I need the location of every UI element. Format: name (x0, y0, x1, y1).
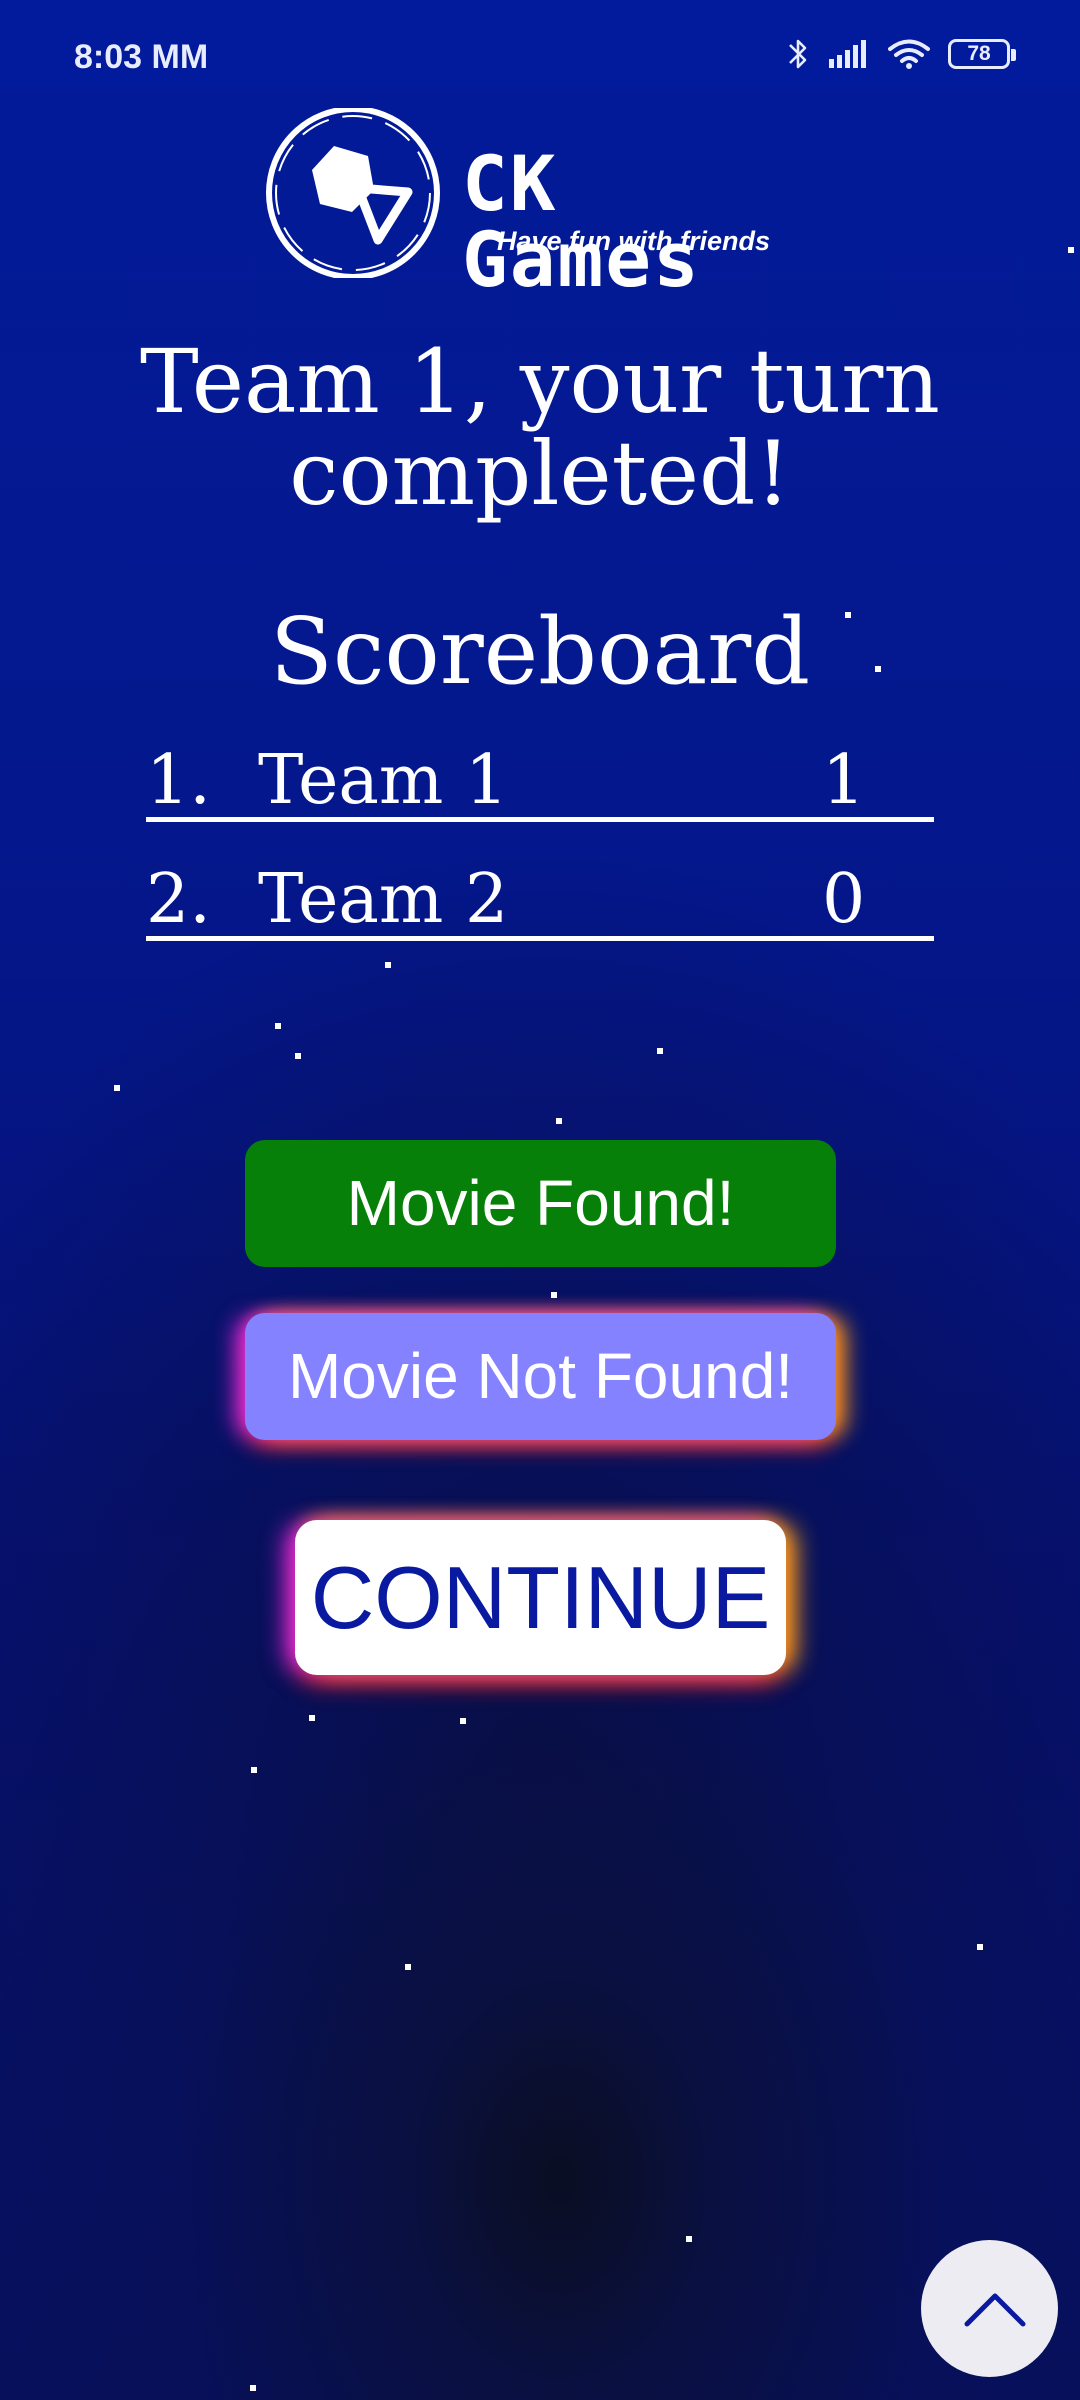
star-decoration (657, 1048, 663, 1054)
scroll-to-top-button[interactable] (921, 2240, 1058, 2377)
star-decoration (251, 1767, 257, 1773)
star-decoration (275, 1023, 281, 1029)
star-decoration (295, 1053, 301, 1059)
row-score: 1 (822, 741, 866, 820)
status-icons: 78 (786, 36, 1016, 72)
row-rank: 2. (146, 860, 211, 939)
movie-not-found-button[interactable]: Movie Not Found! (245, 1313, 836, 1440)
star-decoration (556, 1118, 562, 1124)
scoreboard-row: 1. Team 1 1 (146, 735, 934, 822)
signal-icon (829, 40, 866, 68)
star-decoration (460, 1718, 466, 1724)
logo-name: CK Games (462, 139, 701, 304)
star-decoration (551, 1292, 557, 1298)
logo-tagline: Have fun with friends (497, 226, 771, 256)
star-decoration (845, 612, 851, 618)
star-decoration (385, 962, 391, 968)
star-decoration (405, 1964, 411, 1970)
battery-level: 78 (967, 42, 991, 65)
turn-completed-heading: Team 1, your turn completed! (0, 336, 1080, 520)
wifi-icon (888, 39, 930, 69)
row-score: 0 (822, 860, 866, 939)
star-decoration (1068, 247, 1074, 253)
chevron-up-icon (964, 2293, 1026, 2327)
movie-found-button[interactable]: Movie Found! (245, 1140, 836, 1267)
star-decoration (114, 1085, 120, 1091)
status-time: 8:03 MM (74, 38, 209, 76)
star-decoration (875, 666, 881, 672)
row-rank: 1. (146, 741, 211, 820)
status-bar: 8:03 MM 78 (0, 0, 1080, 90)
continue-button[interactable]: CONTINUE (295, 1520, 786, 1675)
game-screen: 8:03 MM 78 CK Games Have fun with friend… (0, 0, 1080, 2400)
scoreboard-table: 1. Team 1 1 2. Team 2 0 (146, 735, 934, 973)
star-decoration (309, 1715, 315, 1721)
star-decoration (250, 2385, 256, 2391)
scoreboard-row: 2. Team 2 0 (146, 854, 934, 941)
turn-heading-line1: Team 1, your turn (140, 330, 940, 433)
bluetooth-icon (789, 39, 807, 69)
app-logo: CK Games Have fun with friends (262, 108, 822, 298)
star-decoration (686, 2236, 692, 2242)
star-decoration (977, 1944, 983, 1950)
row-team-name: Team 1 (258, 741, 509, 820)
battery-icon: 78 (948, 39, 1016, 69)
scoreboard-title: Scoreboard (269, 598, 811, 705)
logo-cube-icon (266, 108, 440, 278)
turn-heading-line2: completed! (289, 422, 791, 525)
row-team-name: Team 2 (258, 860, 509, 939)
